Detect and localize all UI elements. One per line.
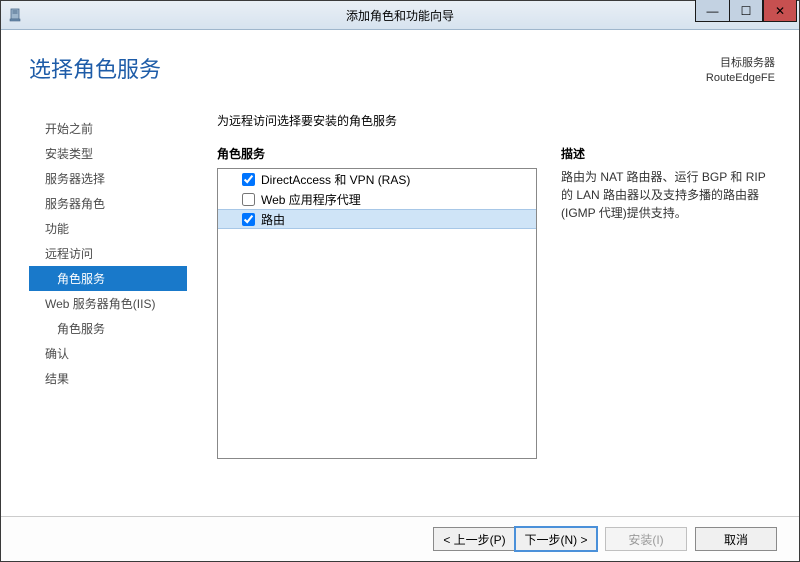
role-services-column: 角色服务 DirectAccess 和 VPN (RAS) Web 应用程序代理路… xyxy=(217,145,537,459)
content-columns: 角色服务 DirectAccess 和 VPN (RAS)Web 应用程序代理路… xyxy=(217,145,775,459)
target-server-name: RouteEdgeFE xyxy=(706,71,775,86)
wizard-footer: < 上一步(P) 下一步(N) > 安装(I) 取消 xyxy=(1,516,799,561)
role-service-checkbox[interactable] xyxy=(242,193,255,206)
role-services-list[interactable]: DirectAccess 和 VPN (RAS) Web 应用程序代理路由 xyxy=(217,168,537,459)
description-text: 路由为 NAT 路由器、运行 BGP 和 RIP 的 LAN 路由器以及支持多播… xyxy=(561,168,775,222)
nav-step[interactable]: Web 服务器角色(IIS) xyxy=(29,291,187,316)
maximize-icon: ☐ xyxy=(741,5,752,17)
main-content: 为远程访问选择要安装的角色服务 角色服务 DirectAccess 和 VPN … xyxy=(217,112,775,460)
next-button[interactable]: 下一步(N) > xyxy=(515,527,597,551)
nav-step[interactable]: 结果 xyxy=(29,366,187,391)
role-service-checkbox[interactable] xyxy=(242,173,255,186)
window-controls: — ☐ ✕ xyxy=(695,1,799,29)
minimize-button[interactable]: — xyxy=(695,0,729,22)
page-title: 选择角色服务 xyxy=(29,52,161,84)
description-header: 描述 xyxy=(561,145,775,162)
nav-step[interactable]: 角色服务 xyxy=(29,316,187,341)
role-service-label: DirectAccess 和 VPN (RAS) xyxy=(261,171,410,188)
titlebar: 添加角色和功能向导 — ☐ ✕ xyxy=(1,1,799,30)
role-service-item[interactable]: 路由 xyxy=(218,209,536,229)
close-icon: ✕ xyxy=(775,5,785,17)
close-button[interactable]: ✕ xyxy=(763,0,797,22)
window-title: 添加角色和功能向导 xyxy=(1,7,799,24)
server-manager-icon xyxy=(7,7,23,23)
previous-button[interactable]: < 上一步(P) xyxy=(433,527,515,551)
nav-step[interactable]: 远程访问 xyxy=(29,241,187,266)
nav-step[interactable]: 角色服务 xyxy=(29,266,187,291)
minimize-icon: — xyxy=(707,5,719,17)
wizard-step-nav: 开始之前安装类型服务器选择服务器角色功能远程访问角色服务Web 服务器角色(II… xyxy=(29,116,187,391)
wizard-body: 选择角色服务 目标服务器 RouteEdgeFE 开始之前安装类型服务器选择服务… xyxy=(1,30,799,516)
nav-step[interactable]: 安装类型 xyxy=(29,141,187,166)
wizard-window: 添加角色和功能向导 — ☐ ✕ 选择角色服务 目标服务器 RouteEdgeFE… xyxy=(0,0,800,562)
role-service-checkbox[interactable] xyxy=(242,213,255,226)
nav-step[interactable]: 功能 xyxy=(29,216,187,241)
nav-step[interactable]: 服务器角色 xyxy=(29,191,187,216)
install-button: 安装(I) xyxy=(605,527,687,551)
maximize-button[interactable]: ☐ xyxy=(729,0,763,22)
nav-step[interactable]: 开始之前 xyxy=(29,116,187,141)
target-server-info: 目标服务器 RouteEdgeFE xyxy=(706,56,775,87)
nav-step[interactable]: 确认 xyxy=(29,341,187,366)
role-service-item[interactable]: DirectAccess 和 VPN (RAS) xyxy=(218,169,536,189)
prev-next-group: < 上一步(P) 下一步(N) > xyxy=(433,527,597,551)
description-column: 描述 路由为 NAT 路由器、运行 BGP 和 RIP 的 LAN 路由器以及支… xyxy=(561,145,775,459)
nav-step[interactable]: 服务器选择 xyxy=(29,166,187,191)
role-service-label: 路由 xyxy=(261,211,285,228)
target-server-label: 目标服务器 xyxy=(706,56,775,71)
cancel-button[interactable]: 取消 xyxy=(695,527,777,551)
role-services-header: 角色服务 xyxy=(217,145,537,162)
role-service-label: Web 应用程序代理 xyxy=(261,191,361,208)
instruction-text: 为远程访问选择要安装的角色服务 xyxy=(217,112,775,129)
role-service-item[interactable]: Web 应用程序代理 xyxy=(218,189,536,209)
